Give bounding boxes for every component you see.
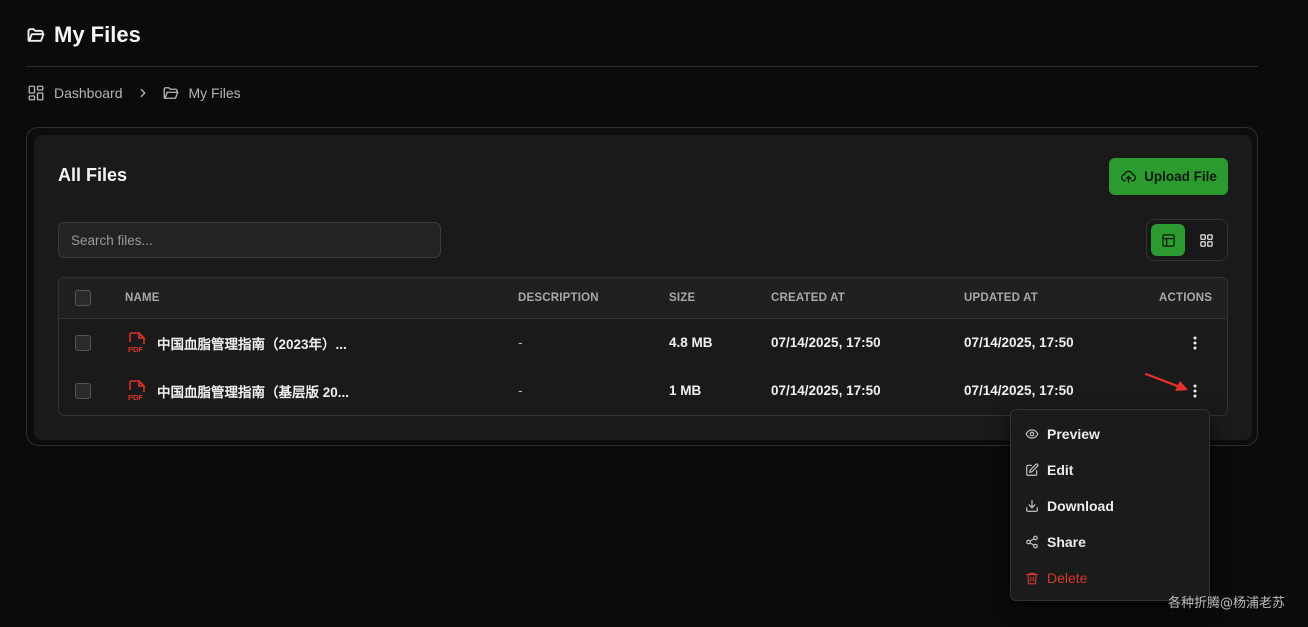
table-row[interactable]: PDF 中国血脂管理指南（基层版 20... - 1 MB 07/14/2025… — [59, 367, 1227, 415]
breadcrumb: Dashboard My Files — [27, 83, 241, 103]
row-checkbox[interactable] — [75, 335, 91, 351]
eye-icon — [1025, 429, 1039, 439]
share-icon — [1026, 535, 1038, 549]
page: My Files Dashboard My Files All Files Up… — [0, 0, 1308, 627]
edit-icon — [1026, 463, 1039, 476]
menu-item-label: Delete — [1047, 570, 1088, 586]
breadcrumb-label: Dashboard — [54, 85, 123, 101]
updated-at-cell: 07/14/2025, 17:50 — [964, 383, 1074, 398]
column-actions: ACTIONS — [1159, 292, 1213, 304]
breadcrumb-dashboard[interactable]: Dashboard — [27, 84, 123, 102]
cloud-upload-icon — [1121, 170, 1137, 183]
svg-text:PDF: PDF — [128, 393, 143, 402]
download-icon — [1026, 500, 1038, 512]
menu-item-edit[interactable]: Edit — [1011, 452, 1209, 488]
column-name[interactable]: NAME — [125, 292, 160, 304]
table-view-button[interactable] — [1151, 224, 1185, 256]
menu-item-label: Edit — [1047, 462, 1074, 478]
column-created-at[interactable]: CREATED AT — [771, 292, 845, 304]
svg-text:PDF: PDF — [128, 345, 143, 354]
page-header: My Files — [26, 20, 1258, 67]
row-checkbox[interactable] — [75, 383, 91, 399]
menu-item-preview[interactable]: Preview — [1011, 416, 1209, 452]
watermark: 各种折腾@杨浦老苏 — [1168, 596, 1286, 611]
menu-item-label: Download — [1047, 498, 1114, 514]
file-name: 中国血脂管理指南（2023年）... — [157, 337, 347, 352]
pdf-file-icon: PDF — [128, 380, 145, 402]
created-at-cell: 07/14/2025, 17:50 — [771, 383, 881, 398]
files-table: NAME DESCRIPTION SIZE CREATED AT UPDATED… — [58, 277, 1228, 416]
upload-file-button[interactable]: Upload File — [1109, 158, 1228, 195]
row-actions-button[interactable] — [1185, 333, 1205, 353]
created-at-cell: 07/14/2025, 17:50 — [771, 335, 881, 350]
search-input[interactable] — [58, 222, 441, 258]
description-cell: - — [518, 335, 523, 350]
chevron-right-icon — [140, 88, 145, 98]
menu-item-delete[interactable]: Delete — [1011, 560, 1209, 596]
grid-view-button[interactable] — [1189, 224, 1223, 256]
folder-open-icon — [163, 87, 178, 99]
breadcrumb-label: My Files — [188, 85, 241, 101]
size-cell: 1 MB — [669, 383, 702, 398]
annotation-arrow-icon — [1144, 372, 1188, 391]
file-name: 中国血脂管理指南（基层版 20... — [157, 385, 350, 400]
folder-open-icon — [27, 28, 45, 42]
column-updated-at[interactable]: UPDATED AT — [964, 292, 1038, 304]
table-row[interactable]: PDF 中国血脂管理指南（2023年）... - 4.8 MB 07/14/20… — [59, 319, 1227, 367]
size-cell: 4.8 MB — [669, 335, 713, 350]
select-all-checkbox[interactable] — [75, 290, 91, 306]
row-actions-menu: Preview Edit Download Share Delete — [1010, 409, 1210, 601]
column-size[interactable]: SIZE — [669, 292, 695, 304]
trash-icon — [1026, 572, 1038, 585]
files-card-body: All Files Upload File Search files... NA… — [34, 135, 1252, 440]
breadcrumb-my-files[interactable]: My Files — [162, 84, 241, 102]
table-icon — [1161, 233, 1175, 247]
file-name-cell[interactable]: PDF 中国血脂管理指南（基层版 20... — [127, 380, 349, 402]
upload-file-label: Upload File — [1144, 169, 1217, 184]
column-description[interactable]: DESCRIPTION — [518, 292, 599, 304]
table-header: NAME DESCRIPTION SIZE CREATED AT UPDATED… — [59, 278, 1227, 319]
updated-at-cell: 07/14/2025, 17:50 — [964, 335, 1074, 350]
dashboard-icon — [28, 85, 44, 101]
menu-item-download[interactable]: Download — [1011, 488, 1209, 524]
card-title: All Files — [58, 165, 128, 185]
grid-icon — [1199, 233, 1213, 247]
files-card: All Files Upload File Search files... NA… — [26, 127, 1258, 446]
menu-item-label: Share — [1047, 534, 1086, 550]
menu-item-label: Preview — [1047, 426, 1100, 442]
view-toggle — [1146, 219, 1228, 261]
page-title: My Files — [54, 22, 141, 47]
file-name-cell[interactable]: PDF 中国血脂管理指南（2023年）... — [127, 332, 347, 354]
pdf-file-icon: PDF — [128, 332, 145, 354]
more-vertical-icon — [1193, 336, 1197, 350]
description-cell: - — [518, 383, 523, 398]
menu-item-share[interactable]: Share — [1011, 524, 1209, 560]
